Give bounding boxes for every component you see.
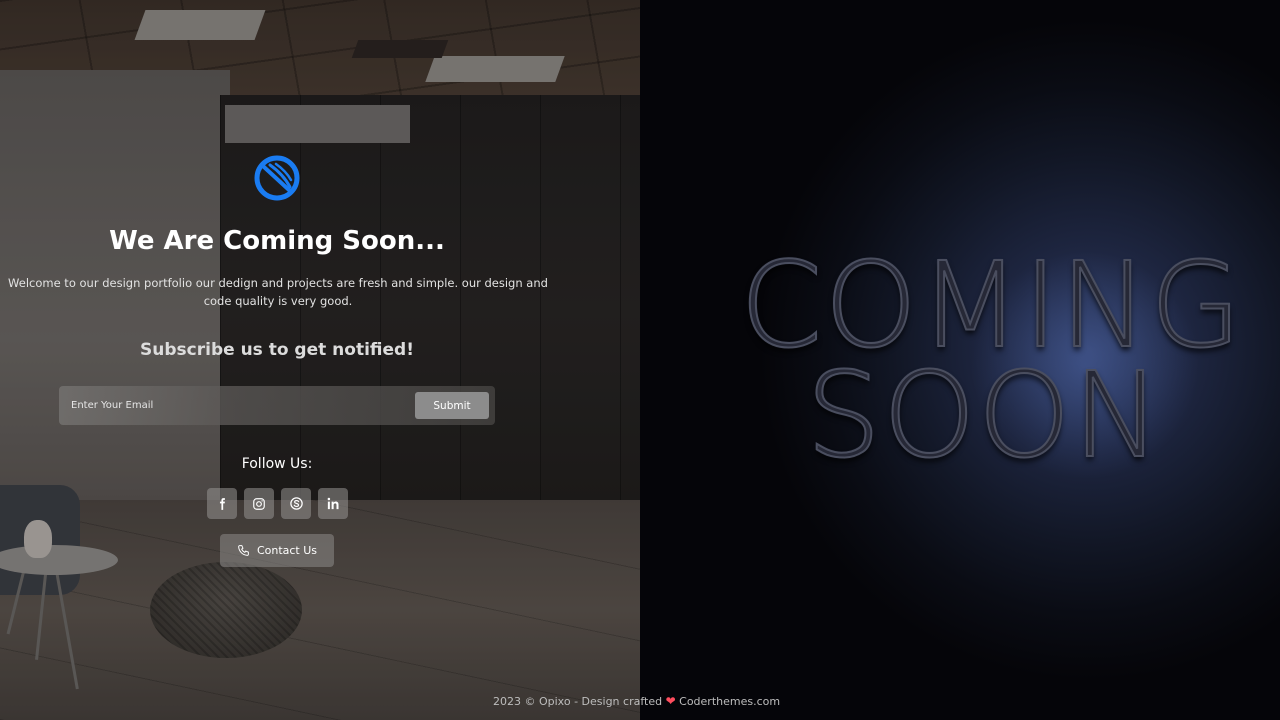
artwork-text: COMING SOON: [739, 245, 1280, 484]
footer: 2023 © Opixo - Design crafted ❤ Coderthe…: [493, 694, 813, 708]
subscribe-form: Submit: [59, 386, 495, 425]
contact-us-button[interactable]: Contact Us: [220, 534, 334, 567]
main-content: We Are Coming Soon... Welcome to our des…: [0, 0, 560, 720]
linkedin-icon: [327, 497, 338, 510]
page-description: Welcome to our design portfolio our dedi…: [8, 276, 548, 308]
linkedin-button[interactable]: [318, 488, 348, 519]
heart-icon: ❤: [665, 694, 676, 708]
subscribe-title: Subscribe us to get notified!: [140, 340, 414, 360]
skype-button[interactable]: [281, 488, 311, 519]
footer-link[interactable]: Coderthemes.com: [679, 695, 780, 708]
instagram-icon: [253, 497, 265, 510]
instagram-button[interactable]: [244, 488, 274, 519]
skype-icon: [289, 497, 303, 510]
contact-us-label: Contact Us: [256, 544, 318, 557]
opixo-logo-icon[interactable]: [253, 154, 301, 202]
facebook-icon: [219, 497, 225, 510]
social-links: [207, 488, 349, 519]
coming-soon-artwork: COMING SOON: [640, 0, 1280, 720]
follow-us-label: Follow Us:: [241, 456, 313, 472]
submit-button[interactable]: Submit: [415, 392, 489, 419]
footer-copyright: 2023 © Opixo - Design crafted: [493, 695, 663, 708]
coming-soon-page: COMING SOON We Are Coming Soon... Welcom…: [0, 0, 1280, 720]
facebook-button[interactable]: [207, 488, 237, 519]
page-title: We Are Coming Soon...: [109, 226, 445, 256]
artwork-line-2: SOON: [805, 346, 1163, 484]
phone-icon: [238, 545, 249, 556]
email-input[interactable]: [59, 386, 413, 425]
